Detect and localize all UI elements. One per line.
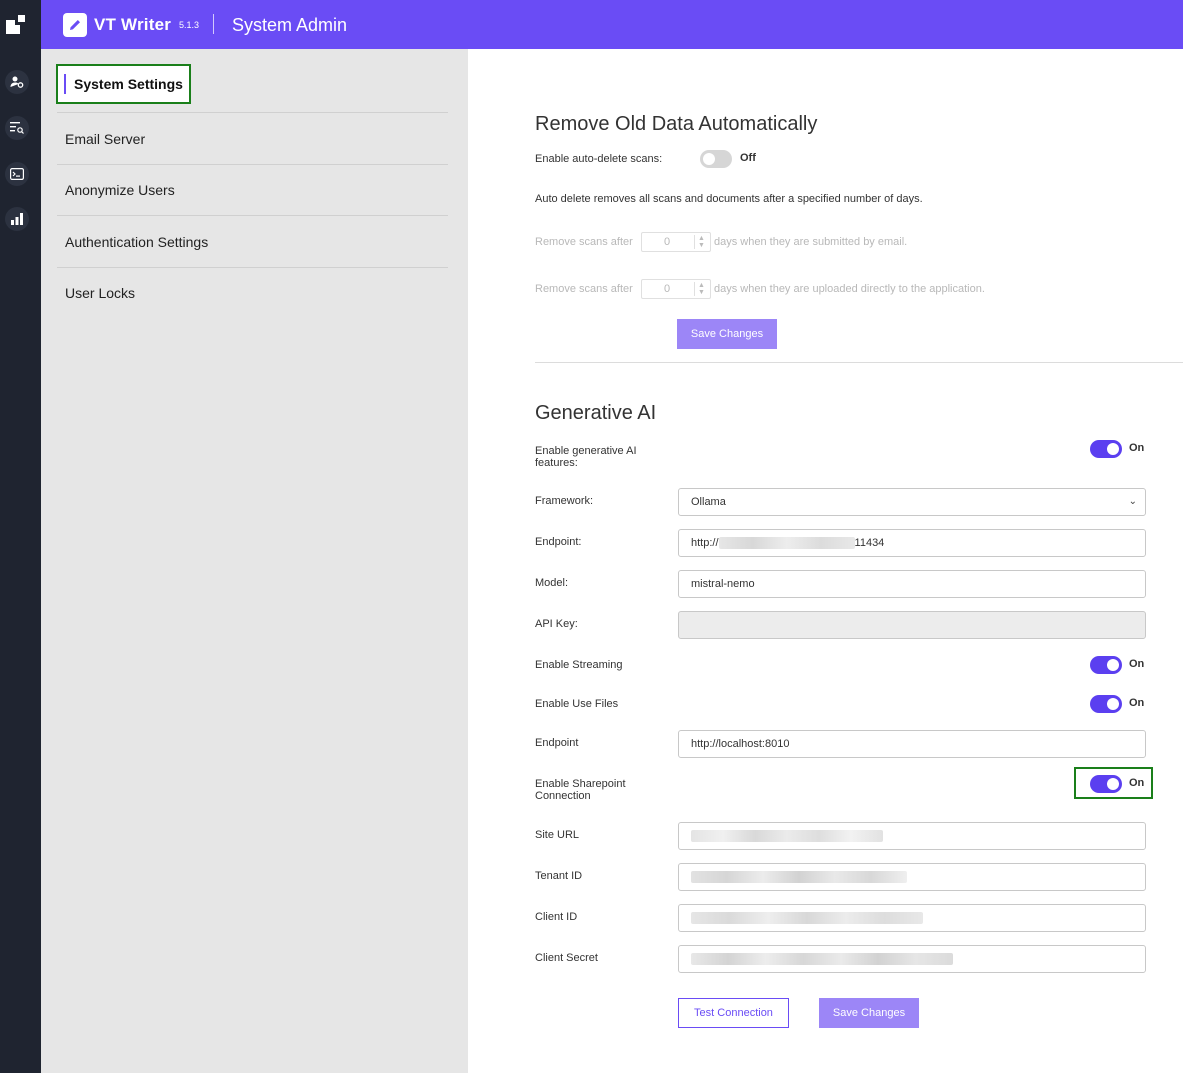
- sharepoint-state: On: [1129, 777, 1145, 789]
- endpoint-label: Endpoint:: [535, 536, 582, 548]
- framework-value: Ollama: [691, 496, 726, 508]
- redacted-text: [718, 537, 855, 549]
- number-spinner-icon[interactable]: ▲ ▼: [694, 235, 708, 249]
- save-changes-button-ai[interactable]: Save Changes: [819, 998, 919, 1028]
- generative-ai-title: Generative AI: [535, 402, 657, 424]
- active-indicator: [64, 74, 66, 94]
- email-remove-prefix: Remove scans after: [535, 236, 633, 248]
- streaming-label: Enable Streaming: [535, 659, 623, 671]
- nav-item-email-server[interactable]: Email Server: [57, 113, 448, 165]
- auto-delete-toggle[interactable]: [700, 150, 732, 168]
- auto-delete-label: Enable auto-delete scans:: [535, 153, 663, 165]
- enable-ai-label: Enable generative AI features:: [535, 445, 637, 469]
- files-endpoint-input[interactable]: http://localhost:8010: [678, 730, 1146, 758]
- nav-item-label: Anonymize Users: [65, 181, 175, 198]
- client-id-input[interactable]: [678, 904, 1146, 932]
- sharepoint-toggle[interactable]: [1090, 775, 1122, 793]
- api-key-label: API Key:: [535, 618, 578, 630]
- auto-delete-description: Auto delete removes all scans and docume…: [535, 193, 923, 205]
- nav-item-authentication-settings[interactable]: Authentication Settings: [57, 216, 448, 268]
- user-settings-icon[interactable]: [5, 70, 29, 94]
- use-files-state: On: [1129, 697, 1145, 709]
- redacted-text: [691, 871, 907, 883]
- endpoint-input[interactable]: http:// 11434: [678, 529, 1146, 557]
- streaming-state: On: [1129, 658, 1145, 670]
- endpoint-suffix: 11434: [854, 537, 885, 549]
- nav-item-label: System Settings: [74, 76, 183, 92]
- model-value: mistral-nemo: [691, 578, 755, 590]
- pencil-icon[interactable]: [63, 13, 87, 37]
- tenant-id-input[interactable]: [678, 863, 1146, 891]
- enable-ai-toggle[interactable]: [1090, 440, 1122, 458]
- tenant-id-label: Tenant ID: [535, 870, 583, 882]
- section-title: System Admin: [232, 15, 348, 35]
- number-spinner-icon[interactable]: ▲ ▼: [694, 282, 708, 296]
- logo-icon[interactable]: [6, 12, 28, 34]
- remove-old-data-title: Remove Old Data Automatically: [535, 113, 818, 135]
- upload-days-input[interactable]: 0 ▲ ▼: [641, 279, 711, 299]
- files-endpoint-value: http://localhost:8010: [691, 738, 790, 750]
- api-key-input[interactable]: [678, 611, 1146, 639]
- nav-item-anonymize-users[interactable]: Anonymize Users: [57, 164, 448, 216]
- list-search-icon[interactable]: [5, 116, 29, 140]
- site-url-input[interactable]: [678, 822, 1146, 850]
- upload-days-value: 0: [664, 283, 671, 295]
- settings-nav: System Settings Email Server Anonymize U…: [41, 49, 468, 1073]
- redacted-text: [691, 953, 953, 965]
- icon-rail: [0, 0, 41, 1073]
- nav-item-label: Authentication Settings: [65, 233, 209, 250]
- auto-delete-state: Off: [740, 152, 756, 164]
- save-changes-button[interactable]: Save Changes: [677, 319, 777, 349]
- redacted-text: [691, 912, 923, 924]
- enable-ai-state: On: [1129, 442, 1145, 454]
- chevron-down-icon: ⌄: [1128, 496, 1137, 507]
- upload-remove-prefix: Remove scans after: [535, 283, 633, 295]
- framework-label: Framework:: [535, 495, 594, 507]
- app-header: VT Writer 5.1.3 System Admin: [41, 0, 1183, 49]
- client-secret-input[interactable]: [678, 945, 1146, 973]
- files-endpoint-label: Endpoint: [535, 737, 579, 749]
- section-divider: [535, 362, 1183, 363]
- endpoint-prefix: http://: [691, 537, 719, 549]
- streaming-toggle[interactable]: [1090, 656, 1122, 674]
- email-remove-suffix: days when they are submitted by email.: [714, 236, 908, 248]
- test-connection-button[interactable]: Test Connection: [678, 998, 789, 1028]
- use-files-toggle[interactable]: [1090, 695, 1122, 713]
- bar-chart-icon[interactable]: [5, 207, 29, 231]
- site-url-label: Site URL: [535, 829, 580, 841]
- app-version: 5.1.3: [179, 20, 200, 30]
- use-files-label: Enable Use Files: [535, 698, 619, 710]
- email-days-input[interactable]: 0 ▲ ▼: [641, 232, 711, 252]
- terminal-icon[interactable]: [5, 162, 29, 186]
- model-input[interactable]: mistral-nemo: [678, 570, 1146, 598]
- client-id-label: Client ID: [535, 911, 578, 923]
- nav-item-label: Email Server: [65, 130, 146, 147]
- sharepoint-label: Enable Sharepoint Connection: [535, 778, 626, 802]
- framework-select[interactable]: Ollama ⌄: [678, 488, 1146, 516]
- client-secret-label: Client Secret: [535, 952, 598, 964]
- header-divider: [213, 14, 214, 34]
- upload-remove-suffix: days when they are uploaded directly to …: [714, 283, 985, 295]
- email-days-value: 0: [664, 236, 671, 248]
- app-name[interactable]: VT Writer: [94, 15, 171, 35]
- nav-item-label: User Locks: [65, 285, 136, 301]
- redacted-text: [691, 830, 883, 842]
- nav-item-system-settings[interactable]: System Settings: [56, 64, 191, 104]
- nav-item-user-locks[interactable]: User Locks: [57, 267, 448, 319]
- main-content: Remove Old Data Automatically Enable aut…: [468, 49, 1183, 1073]
- model-label: Model:: [535, 577, 569, 589]
